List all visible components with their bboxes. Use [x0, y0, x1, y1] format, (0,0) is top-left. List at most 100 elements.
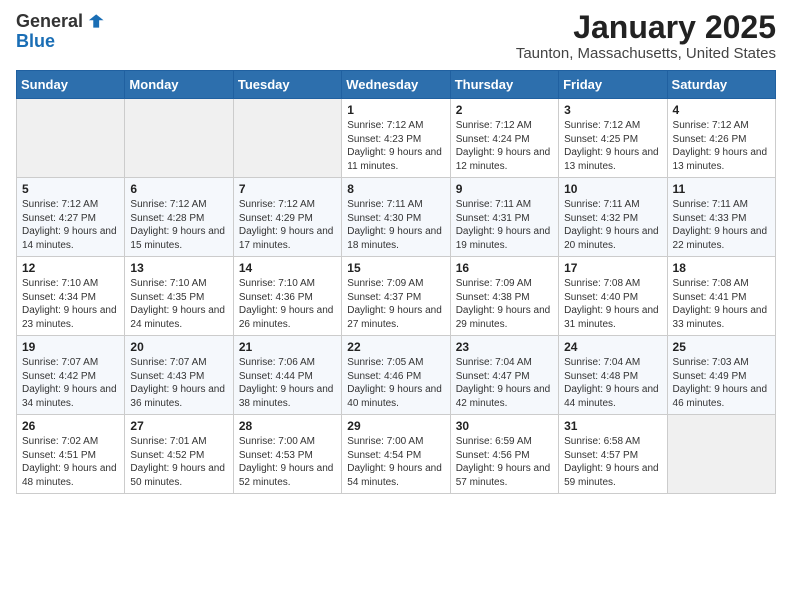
day-info: Sunrise: 7:12 AMSunset: 4:24 PMDaylight:…: [456, 119, 553, 173]
day-info: Sunrise: 6:58 AMSunset: 4:57 PMDaylight:…: [564, 435, 661, 489]
day-info: Sunrise: 7:08 AMSunset: 4:41 PMDaylight:…: [673, 277, 770, 331]
calendar-header-sunday: Sunday: [17, 71, 125, 99]
sunset-text: Sunset: 4:48 PM: [564, 371, 638, 382]
sunset-text: Sunset: 4:53 PM: [239, 450, 313, 461]
day-number: 8: [347, 182, 444, 196]
sunset-text: Sunset: 4:25 PM: [564, 134, 638, 145]
calendar-header-monday: Monday: [125, 71, 233, 99]
sunrise-text: Sunrise: 7:02 AM: [22, 436, 98, 447]
calendar-week-row: 12 Sunrise: 7:10 AMSunset: 4:34 PMDayligh…: [17, 257, 776, 336]
sunrise-text: Sunrise: 7:08 AM: [673, 278, 749, 289]
sunrise-text: Sunrise: 7:00 AM: [347, 436, 423, 447]
daylight-text: Daylight: 9 hours and 54 minutes.: [347, 463, 442, 488]
day-info: Sunrise: 7:12 AMSunset: 4:27 PMDaylight:…: [22, 198, 119, 252]
day-number: 31: [564, 419, 661, 433]
daylight-text: Daylight: 9 hours and 27 minutes.: [347, 305, 442, 330]
sunrise-text: Sunrise: 7:08 AM: [564, 278, 640, 289]
calendar-cell: [233, 99, 341, 178]
day-number: 23: [456, 340, 553, 354]
sunrise-text: Sunrise: 7:12 AM: [456, 120, 532, 131]
sunset-text: Sunset: 4:32 PM: [564, 213, 638, 224]
page-title: January 2025: [516, 10, 776, 45]
day-number: 25: [673, 340, 770, 354]
sunrise-text: Sunrise: 7:09 AM: [347, 278, 423, 289]
sunrise-text: Sunrise: 7:05 AM: [347, 357, 423, 368]
daylight-text: Daylight: 9 hours and 13 minutes.: [673, 147, 768, 172]
calendar-week-row: 1 Sunrise: 7:12 AM Sunset: 4:23 PM Daylight…: [17, 99, 776, 178]
day-number: 15: [347, 261, 444, 275]
calendar-cell: 27Sunrise: 7:01 AMSunset: 4:52 PMDayligh…: [125, 415, 233, 494]
calendar-cell: 16Sunrise: 7:09 AMSunset: 4:38 PMDayligh…: [450, 257, 558, 336]
daylight-text: Daylight: 9 hours and 46 minutes.: [673, 384, 768, 409]
sunrise-text: Sunrise: 7:03 AM: [673, 357, 749, 368]
calendar-cell: 7Sunrise: 7:12 AMSunset: 4:29 PMDaylight…: [233, 178, 341, 257]
day-info: Sunrise: 7:11 AMSunset: 4:31 PMDaylight:…: [456, 198, 553, 252]
calendar-cell: 15Sunrise: 7:09 AMSunset: 4:37 PMDayligh…: [342, 257, 450, 336]
day-number: 9: [456, 182, 553, 196]
calendar-cell: 10Sunrise: 7:11 AMSunset: 4:32 PMDayligh…: [559, 178, 667, 257]
calendar-cell: 23Sunrise: 7:04 AMSunset: 4:47 PMDayligh…: [450, 336, 558, 415]
sunrise-text: Sunrise: 7:07 AM: [130, 357, 206, 368]
calendar-cell: 2Sunrise: 7:12 AMSunset: 4:24 PMDaylight…: [450, 99, 558, 178]
sunset-text: Sunset: 4:46 PM: [347, 371, 421, 382]
day-info: Sunrise: 7:12 AMSunset: 4:28 PMDaylight:…: [130, 198, 227, 252]
daylight-text: Daylight: 9 hours and 26 minutes.: [239, 305, 334, 330]
daylight-text: Daylight: 9 hours and 40 minutes.: [347, 384, 442, 409]
calendar-cell: 11Sunrise: 7:11 AMSunset: 4:33 PMDayligh…: [667, 178, 775, 257]
calendar-header-friday: Friday: [559, 71, 667, 99]
day-info: Sunrise: 7:12 AMSunset: 4:25 PMDaylight:…: [564, 119, 661, 173]
calendar-cell: 25 Sunrise: 7:03 AM Sunset: 4:49 PM Dayligh…: [667, 336, 775, 415]
sunrise-text: Sunrise: 7:11 AM: [456, 199, 531, 210]
sunset-text: Sunset: 4:43 PM: [130, 371, 204, 382]
sunset-text: Sunset: 4:24 PM: [456, 134, 530, 145]
calendar-header-thursday: Thursday: [450, 71, 558, 99]
day-number: 5: [22, 182, 119, 196]
day-number: 10: [564, 182, 661, 196]
day-info: Sunrise: 7:10 AMSunset: 4:34 PMDaylight:…: [22, 277, 119, 331]
calendar-cell: 29Sunrise: 7:00 AMSunset: 4:54 PMDayligh…: [342, 415, 450, 494]
daylight-text: Daylight: 9 hours and 52 minutes.: [239, 463, 334, 488]
day-info: Sunrise: 7:05 AM Sunset: 4:46 PM Daylight:…: [347, 356, 444, 410]
sunrise-text: Sunrise: 7:09 AM: [456, 278, 532, 289]
daylight-text: Daylight: 9 hours and 42 minutes.: [456, 384, 551, 409]
sunset-text: Sunset: 4:57 PM: [564, 450, 638, 461]
calendar-cell: 26Sunrise: 7:02 AMSunset: 4:51 PMDayligh…: [17, 415, 125, 494]
calendar: SundayMondayTuesdayWednesdayThursdayFrid…: [16, 70, 776, 494]
sunrise-text: Sunrise: 7:01 AM: [130, 436, 206, 447]
sunset-text: Sunset: 4:40 PM: [564, 292, 638, 303]
calendar-cell: 22Sunrise: 7:05 AMSunset: 4:46 PMDayligh…: [342, 336, 450, 415]
calendar-header-wednesday: Wednesday: [342, 71, 450, 99]
daylight-text: Daylight: 9 hours and 57 minutes.: [456, 463, 551, 488]
calendar-cell: 1Sunrise: 7:12 AMSunset: 4:23 PMDaylight…: [342, 99, 450, 178]
day-info: Sunrise: 7:12 AMSunset: 4:29 PMDaylight:…: [239, 198, 336, 252]
day-info: Sunrise: 7:00 AMSunset: 4:54 PMDaylight:…: [347, 435, 444, 489]
day-info: Sunrise: 7:04 AMSunset: 4:48 PMDaylight:…: [564, 356, 661, 410]
sunset-text: Sunset: 4:23 PM: [347, 134, 421, 145]
sunset-text: Sunset: 4:47 PM: [456, 371, 530, 382]
day-info: Sunrise: 7:01 AMSunset: 4:52 PMDaylight:…: [130, 435, 227, 489]
calendar-week-row: 26Sunrise: 7:02 AMSunset: 4:51 PMDayligh…: [17, 415, 776, 494]
day-info: Sunrise: 7:12 AM Sunset: 4:26 PM Daylight:…: [673, 119, 770, 173]
sunset-text: Sunset: 4:26 PM: [673, 134, 747, 145]
calendar-cell: 13Sunrise: 7:10 AMSunset: 4:35 PMDayligh…: [125, 257, 233, 336]
sunset-text: Sunset: 4:34 PM: [22, 292, 96, 303]
day-info: Sunrise: 6:59 AMSunset: 4:56 PMDaylight:…: [456, 435, 553, 489]
sunset-text: Sunset: 4:49 PM: [673, 371, 747, 382]
calendar-cell: [17, 99, 125, 178]
day-number: 16: [456, 261, 553, 275]
day-number: 12: [22, 261, 119, 275]
day-info: Sunrise: 7:11 AMSunset: 4:33 PMDaylight:…: [673, 198, 770, 252]
day-number: 1: [347, 103, 444, 117]
calendar-cell: 17Sunrise: 7:08 AMSunset: 4:40 PMDayligh…: [559, 257, 667, 336]
logo: General Blue: [16, 10, 105, 50]
calendar-cell: 3Sunrise: 7:12 AMSunset: 4:25 PMDaylight…: [559, 99, 667, 178]
sunset-text: Sunset: 4:44 PM: [239, 371, 313, 382]
sunset-text: Sunset: 4:42 PM: [22, 371, 96, 382]
sunset-text: Sunset: 4:51 PM: [22, 450, 96, 461]
sunset-text: Sunset: 4:27 PM: [22, 213, 96, 224]
sunrise-text: Sunrise: 7:12 AM: [347, 120, 423, 131]
sunset-text: Sunset: 4:52 PM: [130, 450, 204, 461]
sunrise-text: Sunrise: 7:12 AM: [673, 120, 749, 131]
day-number: 30: [456, 419, 553, 433]
day-number: 27: [130, 419, 227, 433]
